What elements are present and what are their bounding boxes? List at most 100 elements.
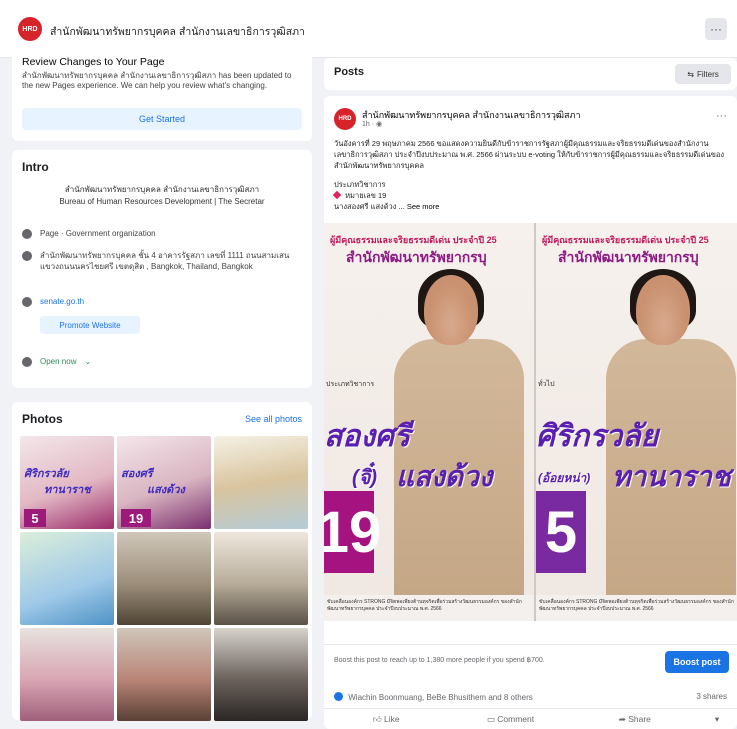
audience-selector[interactable]: ▾ <box>697 714 737 725</box>
clock-icon <box>22 357 32 367</box>
location-pin-icon <box>22 251 32 261</box>
panel-caption: ขับเคลื่อนองค์กร STRONG มีจิตพอเพียงต้าน… <box>536 595 737 621</box>
posts-title: Posts <box>334 66 364 78</box>
panel-nickname: (จิ๋) <box>352 467 378 489</box>
reactions-summary[interactable]: Wiachin Boonmuang, BeBe Bhusithem and 8 … <box>334 692 533 702</box>
boost-row: Boost this post to reach up to 1,380 mor… <box>324 644 737 678</box>
intro-title: Intro <box>22 160 49 174</box>
photo-thumbnail[interactable] <box>117 532 211 625</box>
panel-nickname: (อ้อยหน่า) <box>538 471 591 485</box>
filters-label: Filters <box>696 69 719 79</box>
post-card: HRD สำนักพัฒนาทรัพยากรบุคคล สำนักงานเลขา… <box>324 96 737 729</box>
filter-icon: ⇆ <box>687 69 694 79</box>
post-options-button[interactable]: ··· <box>716 110 727 122</box>
post-number-line: หมายเลข 19 <box>332 190 731 201</box>
photo-thumbnail[interactable] <box>20 532 114 625</box>
like-label: Like <box>383 713 400 724</box>
website-link[interactable]: senate.go.th <box>40 296 84 307</box>
boost-post-button[interactable]: Boost post <box>665 651 729 673</box>
post-media[interactable]: ผู้มีคุณธรรมและจริยธรรมดีเด่น ประจำปี 25… <box>324 223 737 621</box>
page-logo[interactable]: HRD <box>18 17 42 41</box>
boost-text: Boost this post to reach up to 1,380 mor… <box>334 657 545 664</box>
post-name: นางสองศรี แสงด้วง <box>334 202 397 211</box>
promote-website-button[interactable]: Promote Website <box>40 316 140 334</box>
banner-top-text: ผู้มีคุณธรรมและจริยธรรมดีเด่น ประจำปี 25 <box>330 235 497 245</box>
comment-icon: ▭ <box>486 713 498 724</box>
photo-thumbnail[interactable] <box>214 532 308 625</box>
banner-top-text: ผู้มีคุณธรรมและจริยธรรมดีเด่น ประจำปี 25 <box>542 235 709 245</box>
post-image-1[interactable]: ผู้มีคุณธรรมและจริยธรรมดีเด่น ประจำปี 25… <box>324 223 534 621</box>
website-row: senate.go.th <box>22 296 302 307</box>
post-body: วันอังคารที่ 29 พฤษภาคม 2566 ขอแสดงความย… <box>332 138 731 212</box>
filters-button[interactable]: ⇆ Filters <box>675 64 731 84</box>
like-reaction-icon <box>334 692 343 701</box>
panel-caption: ขับเคลื่อนองค์กร STRONG มีจิตพอเพียงต้าน… <box>324 595 534 621</box>
photo-tile-number: 5 <box>24 509 46 527</box>
review-title: Review Changes to Your Page <box>22 56 165 68</box>
photo-thumbnail[interactable] <box>20 628 114 721</box>
intro-description-en: Bureau of Human Resources Development | … <box>59 197 265 206</box>
panel-surname: ทานาราช <box>612 461 731 492</box>
intro-card: Intro สำนักพัฒนาทรัพยากรบุคคล สำนักงานเล… <box>12 150 312 388</box>
category-row: Page · Government organization <box>22 228 302 239</box>
review-changes-card: Review Changes to Your Page สำนักพัฒนาทร… <box>12 50 312 141</box>
banner-main-text: สำนักพัฒนาทรัพยากรบุ <box>558 249 699 265</box>
post-number: หมายเลข 19 <box>345 191 387 200</box>
comment-label: Comment <box>497 713 535 724</box>
post-time-text: 1h · <box>362 121 377 128</box>
post-category: ประเภทวิชาการ <box>334 180 386 189</box>
more-options-button[interactable]: ··· <box>705 18 727 40</box>
panel-name: สองศรี <box>324 420 411 453</box>
panel-surname: แสงด้วง <box>396 461 493 492</box>
globe-icon <box>22 297 32 307</box>
shares-count[interactable]: 3 shares <box>696 692 727 701</box>
panel-tag: ทั่วไป <box>538 381 555 388</box>
photo-thumbnail[interactable] <box>214 436 308 529</box>
post-avatar[interactable]: HRD <box>334 108 356 130</box>
post-actions: 👍︎ Like ▭ Comment ➦ Share ▾ <box>324 708 737 729</box>
photos-card: Photos See all photos ศิริกรวลัย ทานาราช… <box>12 402 312 721</box>
diamond-icon <box>332 190 342 200</box>
photo-thumbnail[interactable] <box>214 628 308 721</box>
intro-description-th: สำนักพัฒนาทรัพยากรบุคคล สำนักงานเลขาธิกา… <box>64 185 260 194</box>
post-name-line: นางสองศรี แสงด้วง ... See more <box>334 201 731 212</box>
photo-thumbnail[interactable] <box>117 628 211 721</box>
photo-grid: ศิริกรวลัย ทานาราช 5 สองศรี แสงด้วง 19 <box>20 436 308 721</box>
photo-tile-text: แสงด้วง <box>147 484 185 496</box>
photo-thumbnail[interactable]: ศิริกรวลัย ทานาราช 5 <box>20 436 114 529</box>
post-text: วันอังคารที่ 29 พฤษภาคม 2566 ขอแสดงความย… <box>334 139 724 170</box>
intro-description: สำนักพัฒนาทรัพยากรบุคคล สำนักงานเลขาธิกา… <box>22 184 302 208</box>
panel-number: 5 <box>536 491 586 573</box>
info-icon <box>22 229 32 239</box>
address-text: สำนักพัฒนาทรัพยากรบุคคล ชั้น 4 อาคารรัฐส… <box>40 251 290 271</box>
get-started-button[interactable]: Get Started <box>22 108 302 130</box>
person-photo <box>394 269 524 621</box>
review-body: สำนักพัฒนาทรัพยากรบุคคล สำนักงานเลขาธิกา… <box>22 71 292 90</box>
photo-tile-text: ทานาราช <box>44 484 91 496</box>
like-icon: 👍︎ <box>372 713 384 724</box>
panel-tag: ประเภทวิชาการ <box>326 381 375 388</box>
reactions-text: Wiachin Boonmuang, BeBe Bhusithem and 8 … <box>348 693 533 702</box>
see-all-photos-link[interactable]: See all photos <box>245 414 302 424</box>
see-more-link[interactable]: ... See more <box>399 202 440 211</box>
like-button[interactable]: 👍︎ Like <box>324 714 448 725</box>
share-label: Share <box>628 713 651 724</box>
chevron-down-icon: ⌄ <box>84 357 92 366</box>
globe-icon: ◉ <box>376 121 383 128</box>
post-image-2[interactable]: ผู้มีคุณธรรมและจริยธรรมดีเด่น ประจำปี 25… <box>536 223 737 621</box>
photo-tile-number: 19 <box>121 509 151 527</box>
page-title[interactable]: สำนักพัฒนาทรัพยากรบุคคล สำนักงานเลขาธิกา… <box>50 23 305 40</box>
hours-row[interactable]: Open now ⌄ <box>22 356 302 367</box>
panel-number: 19 <box>324 491 381 573</box>
category-text: Page · Government organization <box>40 229 156 238</box>
share-icon: ➦ <box>618 713 629 724</box>
banner-main-text: สำนักพัฒนาทรัพยากรบุ <box>346 249 487 265</box>
address-row: สำนักพัฒนาทรัพยากรบุคคล ชั้น 4 อาคารรัฐส… <box>22 250 302 272</box>
post-timestamp[interactable]: 1h · ◉ <box>362 120 382 128</box>
panel-name: ศิริกรวลัย <box>536 420 659 453</box>
photo-thumbnail[interactable]: สองศรี แสงด้วง 19 <box>117 436 211 529</box>
share-button[interactable]: ➦ Share <box>573 714 697 725</box>
post-author[interactable]: สำนักพัฒนาทรัพยากรบุคคล สำนักงานเลขาธิกา… <box>362 108 581 122</box>
comment-button[interactable]: ▭ Comment <box>448 714 572 725</box>
posts-header: Posts ⇆ Filters <box>324 58 737 90</box>
